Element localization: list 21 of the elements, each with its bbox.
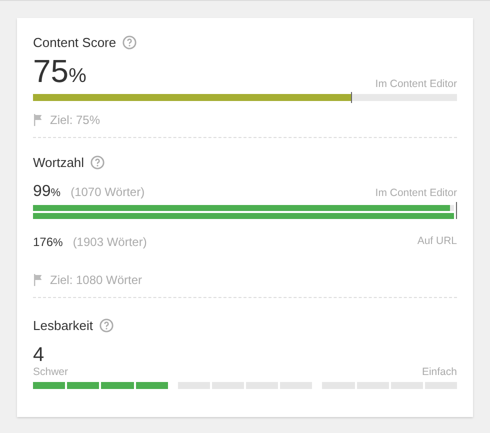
section-title: Wortzahl <box>33 154 84 170</box>
word-count: (1070 Wörter) <box>70 185 145 199</box>
word-percent: 176% <box>33 235 63 249</box>
help-icon[interactable] <box>122 34 138 50</box>
word-count: (1903 Wörter) <box>72 235 147 249</box>
goal-text: Ziel: 75% <box>50 113 100 127</box>
flag-icon <box>33 114 43 126</box>
bar-label: Im Content Editor <box>375 187 457 201</box>
scale-label: Schwer <box>33 366 68 378</box>
goal-text: Ziel: 1080 Wörter <box>50 273 142 287</box>
help-icon[interactable] <box>90 154 106 170</box>
scale-label: Einfach <box>422 366 457 378</box>
word-percent: 99% <box>33 183 61 201</box>
section-title: Lesbarkeit <box>33 318 93 332</box>
bar-label: Auf URL <box>417 235 457 249</box>
help-icon[interactable] <box>98 318 114 332</box>
readability-value: 4 <box>33 344 46 366</box>
bar-label: Im Content Editor <box>375 78 457 92</box>
flag-icon <box>33 274 43 286</box>
score-value: 75% <box>33 55 86 91</box>
section-title: Content Score <box>33 34 116 50</box>
